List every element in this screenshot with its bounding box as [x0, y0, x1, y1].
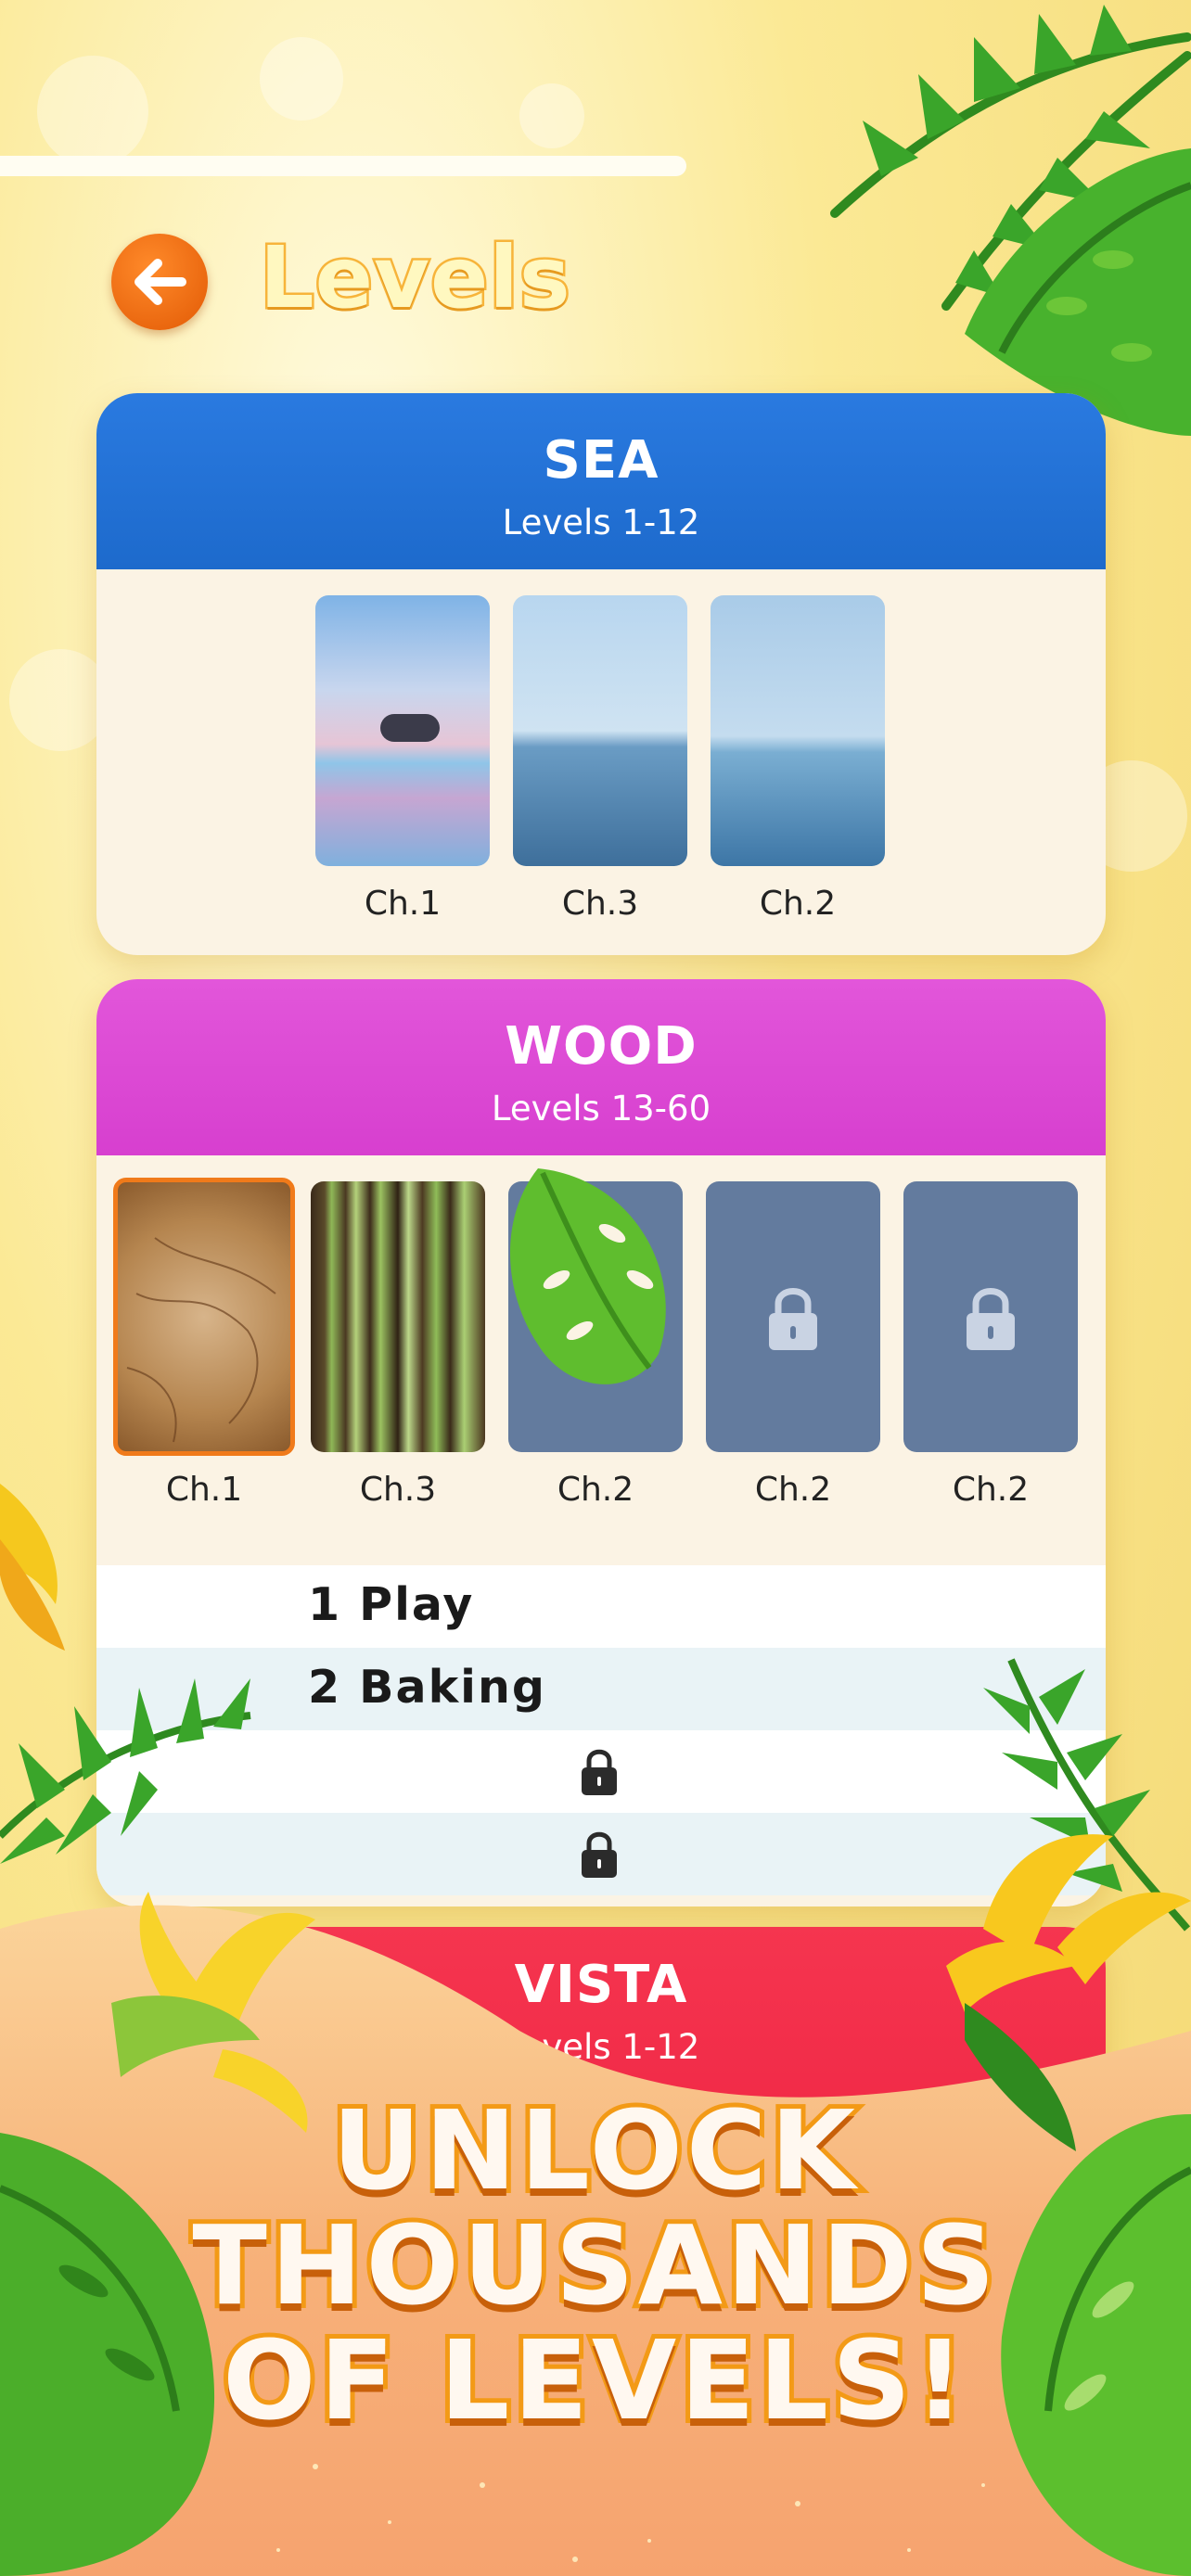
lock-icon — [582, 1749, 617, 1795]
chapter-thumb-wood-1-selected[interactable] — [113, 1178, 295, 1456]
chapter-label: Ch.2 — [557, 1471, 634, 1509]
promo-line: THOUSANDS — [187, 2197, 999, 2334]
chapter-thumb-sea-1[interactable] — [315, 595, 490, 866]
lock-icon — [582, 1831, 617, 1878]
bokeh — [37, 56, 148, 167]
promo-line: OF LEVELS! — [218, 2312, 969, 2449]
back-button[interactable] — [111, 234, 208, 330]
category-header-wood[interactable]: WOOD Levels 13-60 — [96, 979, 1106, 1155]
chapter-thumb-locked[interactable] — [903, 1181, 1078, 1452]
category-card-sea[interactable]: SEA Levels 1-12 Ch.1 Ch.3 Ch.2 — [96, 393, 1106, 955]
cloud — [380, 714, 440, 742]
chapter-label: Ch.3 — [561, 885, 639, 923]
chapter-thumb-sea-2[interactable] — [711, 595, 885, 866]
category-name: WOOD — [505, 1016, 698, 1077]
category-range: Levels 1-12 — [502, 503, 700, 542]
category-header-sea[interactable]: SEA Levels 1-12 — [96, 393, 1106, 569]
chapter-thumb-wood-3[interactable] — [311, 1181, 485, 1452]
chapter-label: Ch.1 — [364, 885, 442, 923]
category-range: Levels 13-60 — [491, 1089, 711, 1129]
chapter-thumb-sea-3[interactable] — [513, 595, 687, 866]
promo-line: UNLOCK — [327, 2082, 860, 2219]
chapter-label: Ch.2 — [952, 1471, 1030, 1509]
page-title: Levels — [258, 226, 573, 330]
chapter-label: Ch.2 — [754, 1471, 832, 1509]
lock-icon — [967, 1288, 1015, 1350]
category-name: SEA — [543, 430, 660, 491]
bokeh — [260, 37, 343, 121]
chapter-label: Ch.2 — [759, 885, 837, 923]
monstera-leaf-decoration — [510, 1168, 666, 1384]
wood-texture — [126, 1237, 276, 1443]
chapter-thumb-locked[interactable] — [706, 1181, 880, 1452]
bokeh — [519, 83, 584, 148]
lock-icon — [769, 1288, 817, 1350]
arrow-left-icon — [134, 259, 186, 305]
top-bar-line — [0, 156, 686, 176]
